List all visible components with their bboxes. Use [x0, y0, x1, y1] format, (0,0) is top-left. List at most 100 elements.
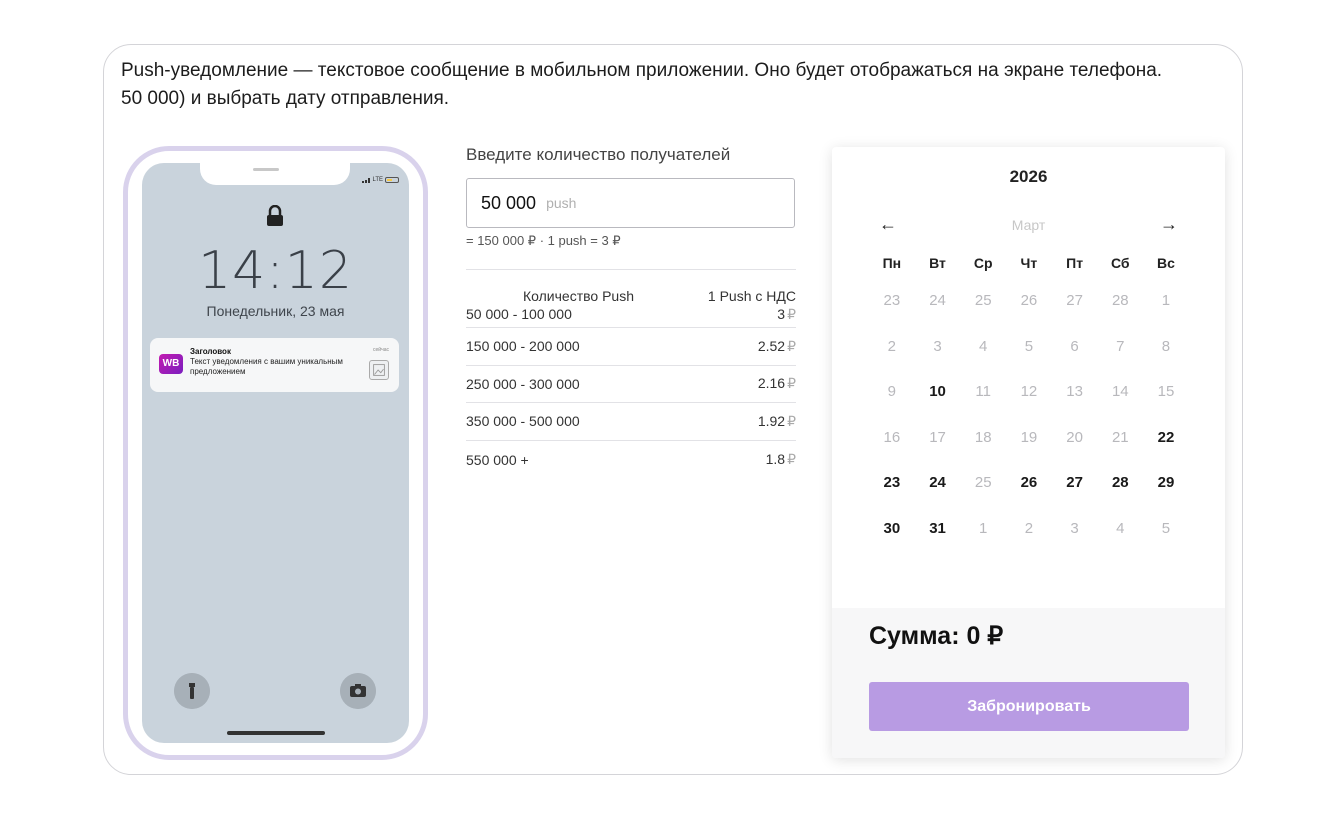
pricing-range: 150 000 - 200 000: [466, 338, 580, 355]
home-indicator: [227, 731, 325, 735]
date-picker: 2026 ← Март → Пн Вт Ср Чт Пт Сб Вс 23 24 2…: [832, 147, 1225, 758]
notification-text: Текст уведомления с вашим уникальным пре…: [190, 357, 343, 376]
network-label: LTE: [372, 177, 383, 183]
weekday-label: Вс: [1157, 255, 1175, 271]
cost-calculation: = 150 000 ₽ · 1 push = 3 ₽: [466, 233, 621, 248]
pricing-header: Количество Push 1 Push с НДС: [466, 288, 796, 306]
intro-line-1: Push-уведомление — текстовое сообщение в…: [121, 60, 1163, 81]
camera-icon: [340, 673, 376, 709]
calendar-day: 1: [979, 519, 988, 537]
status-bar: LTE: [362, 177, 399, 183]
weekday-label: Пн: [882, 255, 902, 271]
currency-label: ₽: [787, 306, 796, 322]
calendar-day: 16: [883, 428, 901, 446]
total-sum: Сумма: 0 ₽: [869, 622, 1004, 650]
calendar-day: 26: [1020, 292, 1038, 309]
intro-line-2: 50 000) и выбрать дату отправления.: [121, 88, 450, 109]
pricing-row: 150 000 - 200 000 2.52 ₽: [466, 328, 796, 366]
calendar-day[interactable]: 22: [1143, 428, 1189, 474]
push-notification: WB Заголовок Текст уведомления с вашим у…: [150, 338, 399, 392]
calendar-year: 2026: [1009, 167, 1048, 186]
calendar-day: 13: [1066, 383, 1083, 401]
weekday-label: Ср: [973, 255, 993, 271]
phone-notch: [200, 163, 350, 185]
flashlight-icon: [174, 673, 210, 709]
lockscreen-time: 14:12: [198, 241, 353, 301]
phone-lockscreen: LTE 14:12 Понедельник, 23 мая WB Заголов…: [142, 163, 409, 743]
order-summary: Сумма: 0 ₽ Забронировать: [832, 608, 1225, 758]
currency-label: ₽: [787, 451, 796, 468]
pricing-price: 2.16: [757, 375, 786, 392]
calendar-day: 19: [1020, 428, 1038, 446]
calendar-day[interactable]: 27: [1052, 473, 1098, 519]
calendar-day: 17: [929, 428, 946, 446]
phone-preview: LTE 14:12 Понедельник, 23 мая WB Заголов…: [123, 146, 428, 760]
calendar-day: 8: [1161, 337, 1171, 355]
app-icon: WB: [159, 354, 183, 374]
calendar-day[interactable]: 24: [915, 473, 961, 519]
pricing-table: 50 000 - 100 000 3 ₽ 150 000 - 200 000 2.52…: [466, 306, 796, 478]
pricing-price: 3: [777, 306, 786, 322]
calendar-day: 6: [1070, 337, 1079, 355]
calendar-day[interactable]: 28: [1097, 473, 1143, 519]
calendar-day: 18: [974, 428, 992, 446]
calendar-day: 7: [1116, 337, 1125, 355]
weekday-label: Чт: [1020, 255, 1038, 271]
calendar-day[interactable]: 31: [915, 519, 961, 565]
calendar-day: 4: [1116, 519, 1125, 537]
notification-title: Заголовок: [190, 347, 231, 356]
next-month-arrow-icon[interactable]: →: [1160, 214, 1178, 235]
lock-icon: [267, 205, 283, 226]
weekday-label: Вт: [929, 255, 946, 271]
calendar-day: 24: [929, 292, 946, 309]
battery-icon: [385, 177, 399, 183]
calendar-day: 5: [1161, 519, 1171, 537]
calendar-grid: Пн Вт Ср Чт Пт Сб Вс 23 24 25 26 27 28 1 2 3 4 5 6 7…: [869, 255, 1189, 565]
calendar-day: 2: [1024, 519, 1034, 537]
calendar-day: 25: [974, 474, 992, 492]
calendar-day: 20: [1066, 428, 1083, 446]
calendar-day: 12: [1020, 383, 1038, 401]
calendar-day: 23: [883, 292, 901, 309]
calendar-days: 23 24 25 26 27 28 1 2 3 4 5 6 7 8 9 10 11 12 13 14 15 16 17 18 1…: [869, 291, 1189, 565]
calendar-day[interactable]: 29: [1143, 473, 1189, 519]
notification-time: сейчас: [373, 347, 389, 353]
calendar-day: 11: [975, 383, 991, 401]
calendar-day[interactable]: 10: [915, 382, 961, 428]
pricing-row: 50 000 - 100 000 3 ₽: [466, 306, 796, 328]
calendar-day: 14: [1111, 383, 1129, 401]
intro-text: Push-уведомление — текстовое сообщение в…: [121, 57, 1162, 113]
recipients-unit: push: [546, 195, 577, 211]
calendar-day[interactable]: 26: [1006, 473, 1052, 519]
pricing-header-price: 1 Push с НДС: [707, 288, 796, 304]
pricing-row: 350 000 - 500 000 1.92 ₽: [466, 403, 796, 441]
calendar-day: 3: [1070, 519, 1079, 537]
recipients-value[interactable]: 50 000: [481, 193, 536, 214]
pricing-price: 1.92: [757, 412, 786, 429]
calendar-day: 4: [979, 337, 988, 355]
calendar-day: 9: [887, 383, 897, 401]
calendar-day: 27: [1066, 292, 1083, 309]
book-button[interactable]: Забронировать: [869, 682, 1189, 731]
weekday-label: Сб: [1110, 255, 1130, 271]
calendar-day: 5: [1024, 337, 1034, 355]
calendar-day: 15: [1157, 383, 1175, 401]
pricing-header-qty: Количество Push: [523, 288, 634, 304]
image-placeholder-icon: [369, 360, 389, 380]
pricing-price: 2.52: [757, 337, 786, 354]
recipients-input[interactable]: 50 000 push: [466, 178, 795, 228]
currency-label: ₽: [787, 375, 796, 392]
recipients-label: Введите количество получателей: [466, 145, 731, 164]
lockscreen-date: Понедельник, 23 мая: [206, 303, 345, 319]
weekday-header: Пн Вт Ср Чт Пт Сб Вс: [869, 255, 1189, 291]
calendar-day: 28: [1111, 292, 1129, 309]
push-order-card: Push-уведомление — текстовое сообщение в…: [103, 44, 1243, 775]
pricing-range: 50 000 - 100 000: [466, 306, 572, 322]
pricing-range: 350 000 - 500 000: [466, 413, 580, 430]
currency-label: ₽: [787, 412, 796, 429]
pricing-row: 250 000 - 300 000 2.16 ₽: [466, 366, 796, 404]
calendar-day[interactable]: 23: [869, 473, 915, 519]
calendar-day[interactable]: 30: [869, 519, 915, 565]
calendar-day: 21: [1111, 428, 1129, 446]
weekday-label: Пт: [1066, 255, 1084, 271]
